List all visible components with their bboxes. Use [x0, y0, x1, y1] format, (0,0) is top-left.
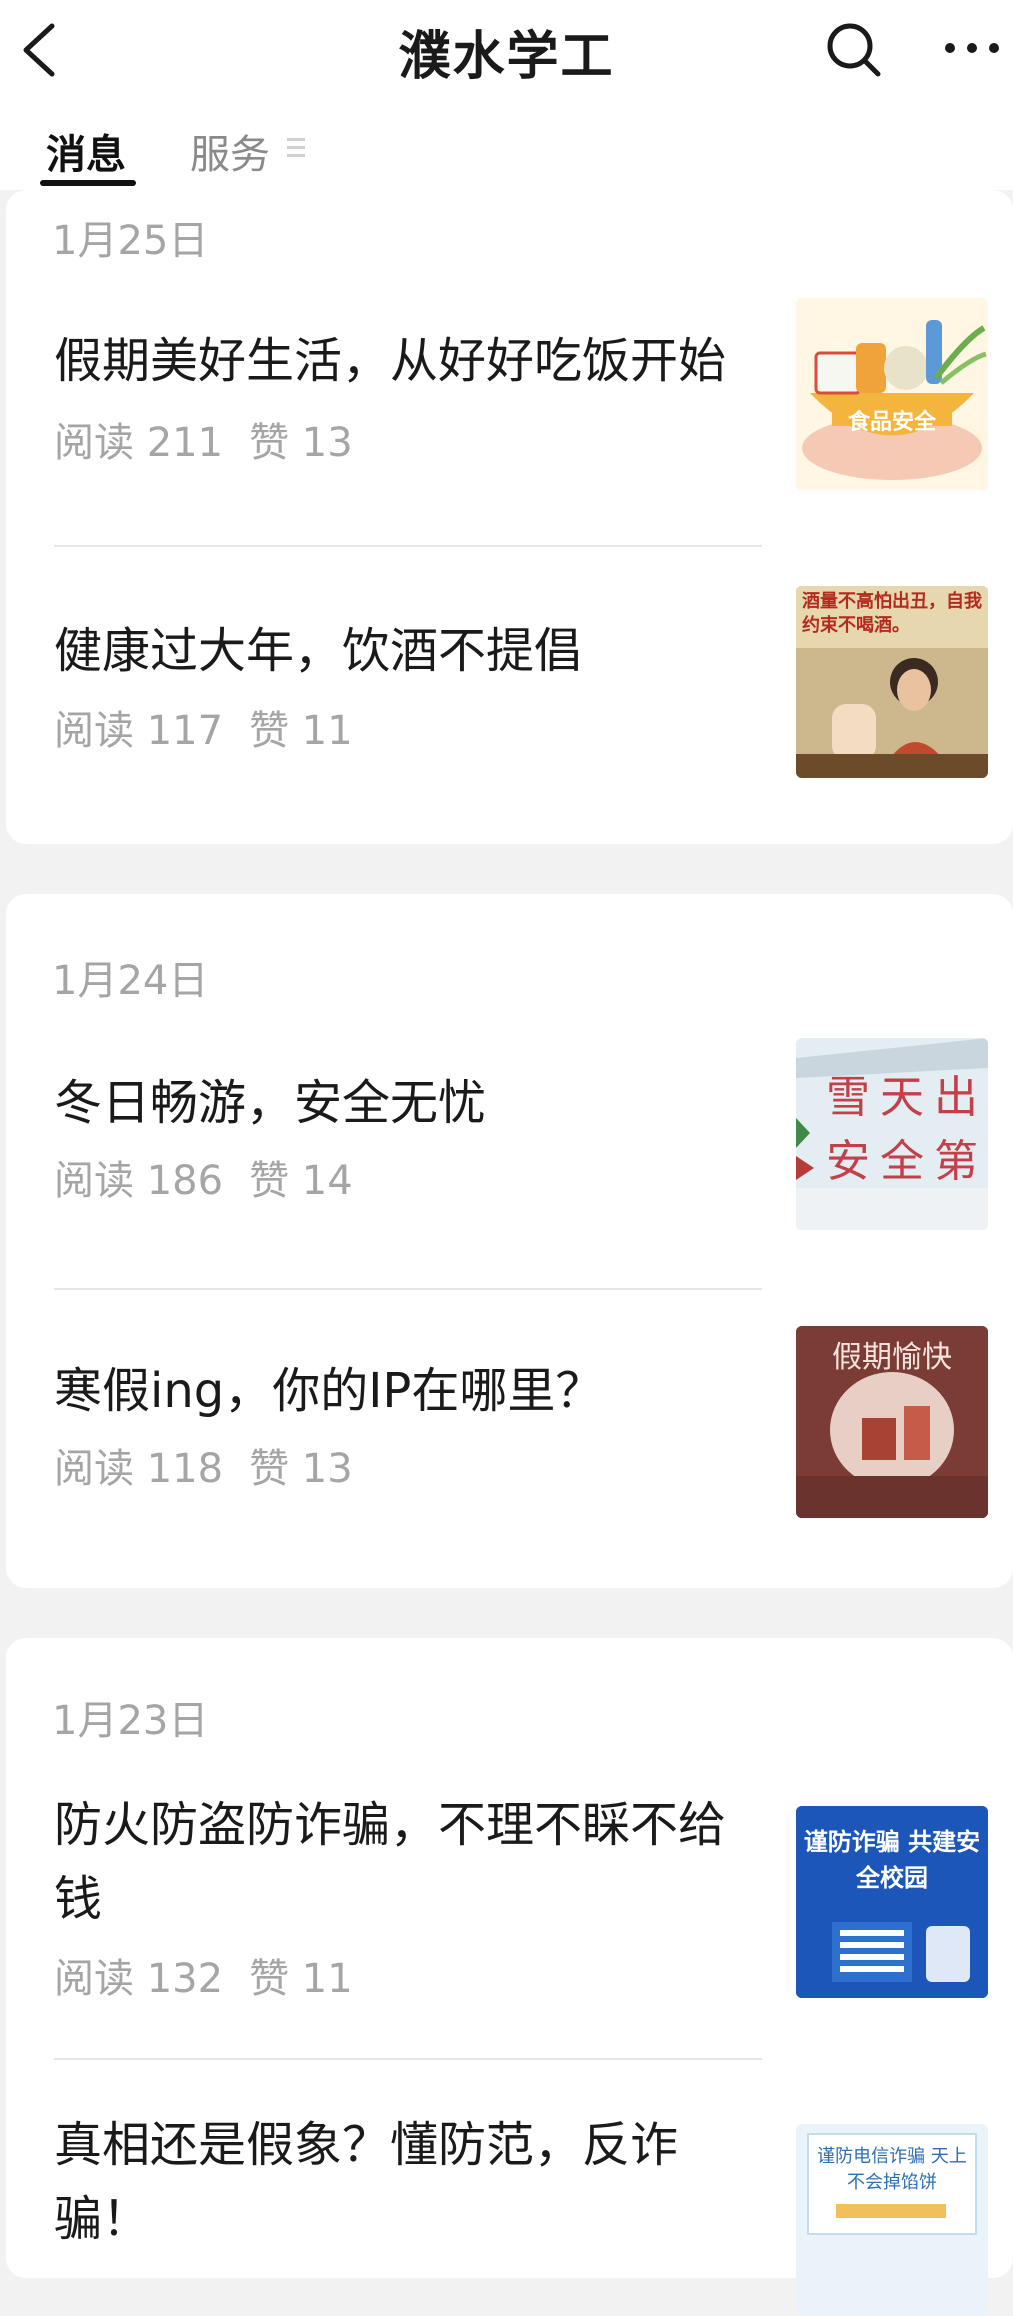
- article-stats: 阅读 186 赞 14: [54, 1148, 353, 1206]
- article-title[interactable]: 真相还是假象？懂防范，反诈骗！: [54, 2108, 754, 2256]
- like-count: 赞 11: [249, 708, 353, 754]
- date-label: 1月24日: [52, 958, 209, 1004]
- like-count: 赞 13: [249, 420, 353, 466]
- read-count: 阅读 117: [54, 708, 224, 754]
- food-safety-illustration: [796, 298, 988, 490]
- article-thumbnail[interactable]: 谨防电信诈骗 天上不会掉馅饼: [796, 2124, 988, 2316]
- active-tab-indicator: [40, 180, 136, 186]
- article-title[interactable]: 冬日畅游，安全无忧: [54, 1066, 754, 1140]
- thumbnail-caption: 谨防电信诈骗 天上不会掉馅饼: [817, 2146, 967, 2193]
- article-stats: 阅读 117 赞 11: [54, 698, 353, 756]
- more-options-icon[interactable]: [944, 38, 1000, 58]
- article-item[interactable]: 健康过大年，饮酒不提倡 阅读 117 赞 11 酒量不高怕出丑，自我约束不喝酒。: [6, 578, 1013, 818]
- thumbnail-caption: 酒量不高怕出丑，自我约束不喝酒。: [802, 591, 982, 636]
- read-count: 阅读 211: [54, 420, 224, 466]
- search-icon[interactable]: [822, 18, 886, 82]
- article-thumbnail[interactable]: 假期愉快: [796, 1326, 988, 1518]
- thumbnail-caption: 食品安全: [847, 410, 936, 435]
- divider: [54, 545, 762, 547]
- like-count: 赞 11: [249, 1956, 353, 2002]
- article-title[interactable]: 防火防盗防诈骗，不理不睬不给钱: [54, 1788, 754, 1936]
- date-group-card: 1月24日 冬日畅游，安全无忧 阅读 186 赞 14 雪天出 安全第 寒假ing…: [6, 894, 1013, 1588]
- tab-services[interactable]: 服务: [190, 122, 270, 180]
- date-group-card: 1月23日 防火防盗防诈骗，不理不睬不给钱 阅读 132 赞 11 谨防诈骗 共建…: [6, 1638, 1013, 2316]
- article-stats: 阅读 132 赞 11: [54, 1946, 353, 2004]
- like-count: 赞 13: [249, 1446, 353, 1492]
- menu-lines-icon[interactable]: [287, 138, 305, 158]
- article-thumbnail[interactable]: 谨防诈骗 共建安全校园: [796, 1806, 988, 1998]
- article-item[interactable]: 冬日畅游，安全无忧 阅读 186 赞 14 雪天出 安全第: [6, 1028, 1013, 1278]
- article-thumbnail[interactable]: 雪天出 安全第: [796, 1038, 988, 1230]
- article-item[interactable]: 真相还是假象？懂防范，反诈骗！ 谨防电信诈骗 天上不会掉馅饼: [6, 2080, 1013, 2316]
- thumbnail-caption: 雪天出 安全第: [826, 1072, 988, 1187]
- article-stats: 阅读 211 赞 13: [54, 410, 353, 468]
- article-thumbnail[interactable]: 食品安全: [796, 298, 988, 490]
- date-label: 1月23日: [52, 1698, 209, 1744]
- article-thumbnail[interactable]: 酒量不高怕出丑，自我约束不喝酒。: [796, 586, 988, 778]
- read-count: 阅读 132: [54, 1956, 224, 2002]
- thumbnail-caption: 谨防诈骗 共建安全校园: [803, 1828, 981, 1892]
- divider: [54, 2058, 762, 2060]
- thumbnail-caption: 假期愉快: [832, 1340, 952, 1375]
- read-count: 阅读 118: [54, 1446, 224, 1492]
- tab-messages[interactable]: 消息: [46, 122, 126, 180]
- article-stats: 阅读 118 赞 13: [54, 1436, 353, 1494]
- date-group-card: 1月25日 假期美好生活，从好好吃饭开始 阅读 211 赞 13 食品安全 健康过…: [6, 190, 1013, 844]
- divider: [54, 1288, 762, 1290]
- date-label: 1月25日: [52, 218, 209, 264]
- article-item[interactable]: 假期美好生活，从好好吃饭开始 阅读 211 赞 13 食品安全: [6, 290, 1013, 560]
- read-count: 阅读 186: [54, 1158, 224, 1204]
- article-item[interactable]: 寒假ing，你的IP在哪里？ 阅读 118 赞 13 假期愉快: [6, 1316, 1013, 1566]
- like-count: 赞 14: [249, 1158, 353, 1204]
- article-title[interactable]: 寒假ing，你的IP在哪里？: [54, 1354, 754, 1428]
- article-title[interactable]: 假期美好生活，从好好吃饭开始: [54, 324, 754, 398]
- article-title[interactable]: 健康过大年，饮酒不提倡: [54, 614, 754, 688]
- tab-bar: 消息 服务: [0, 100, 1013, 190]
- top-bar: 濮水学工: [0, 0, 1013, 100]
- article-item[interactable]: 防火防盗防诈骗，不理不睬不给钱 阅读 132 赞 11 谨防诈骗 共建安全校园: [6, 1768, 1013, 2068]
